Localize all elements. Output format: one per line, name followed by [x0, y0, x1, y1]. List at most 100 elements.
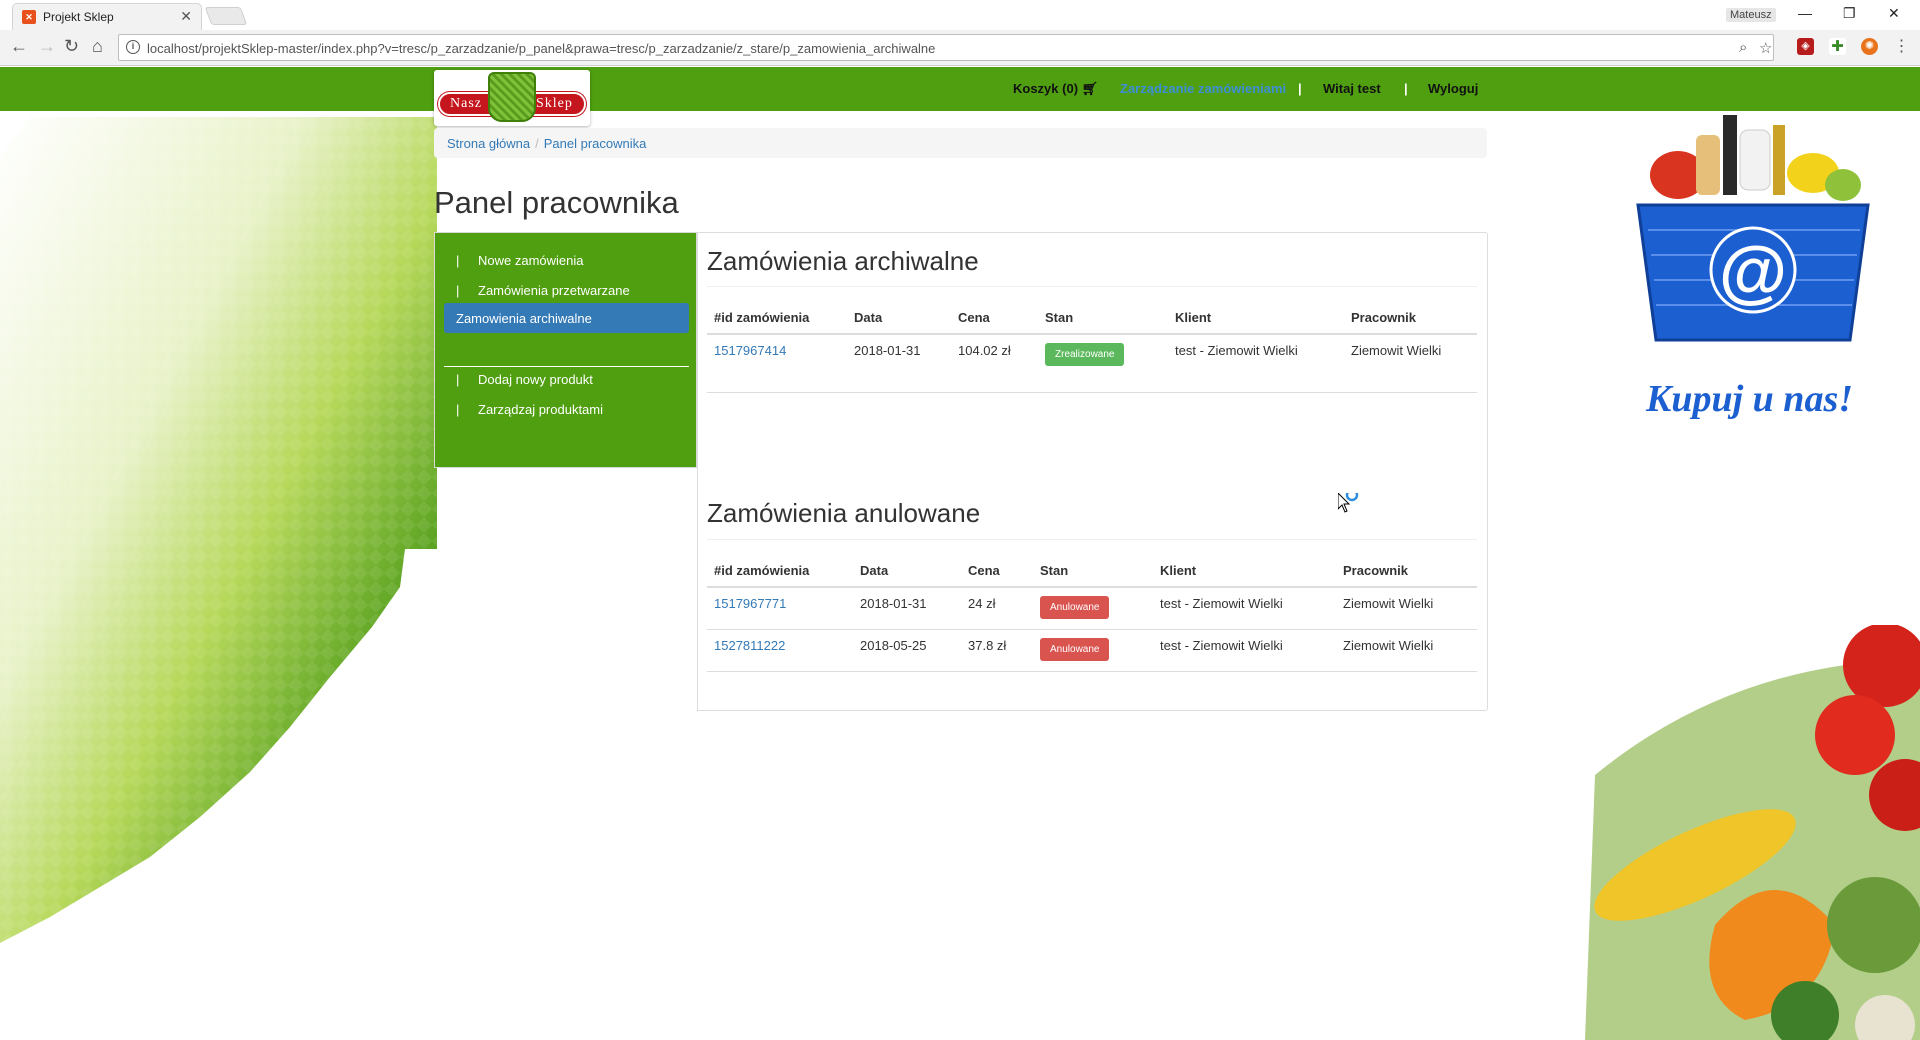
order-date: 2018-01-31 [853, 587, 961, 630]
order-id-cell: 1527811222 [707, 629, 853, 672]
mouse-cursor-icon [1338, 493, 1359, 513]
cart-link[interactable]: Koszyk (0) 🛒︎ [1013, 81, 1098, 97]
order-price: 24 zł [961, 587, 1033, 630]
extension-icon[interactable]: ✚ [1829, 38, 1846, 55]
browser-tab[interactable]: ✕ Projekt Sklep ✕ [12, 3, 202, 30]
slogan-text: Kupuj u nas! [1646, 378, 1854, 420]
hexagon-background-decoration [0, 117, 437, 943]
column-header: #id zamówienia [707, 300, 847, 335]
bookmark-star-icon[interactable]: ☆ [1759, 39, 1772, 57]
browser-tab-strip: ✕ Projekt Sklep ✕ Mateusz — ❐ ✕ [0, 0, 1920, 30]
xampp-icon: ✕ [22, 10, 36, 24]
order-status-cell: Anulowane [1033, 587, 1153, 630]
column-header: Data [853, 553, 961, 588]
manage-orders-link[interactable]: Zarządzanie zamówieniami [1120, 81, 1286, 96]
new-tab-button[interactable] [204, 7, 248, 25]
order-status-cell: Zrealizowane [1038, 334, 1168, 393]
column-header: Stan [1038, 300, 1168, 335]
order-id-cell: 1517967771 [707, 587, 853, 630]
site-logo[interactable]: Nasz Sklep [434, 70, 590, 126]
address-bar[interactable]: i localhost/projektSklep-master/index.ph… [118, 34, 1774, 61]
sidebar-item-label: Nowe zamówienia [478, 253, 584, 268]
sidebar-bar: | [456, 253, 460, 268]
column-header: Cena [961, 553, 1033, 588]
welcome-link[interactable]: Witaj test [1323, 81, 1381, 96]
web-page: Nasz Sklep Koszyk (0) 🛒︎ Zarządzanie zam… [0, 67, 1920, 1040]
browser-toolbar: ← → ↻ ⌂ i localhost/projektSklep-master/… [0, 30, 1920, 66]
forward-icon[interactable]: → [38, 36, 56, 57]
employee-sidebar: | Nowe zamówienia | Zamówienia przetwarzan… [434, 232, 697, 468]
logout-link[interactable]: Wyloguj [1428, 81, 1478, 96]
sidebar-item-processing-orders[interactable]: | Zamówienia przetwarzane [444, 273, 689, 307]
table-row: 1517967771 2018-01-31 24 zł Anulowane te… [707, 587, 1477, 630]
table-row: 1527811222 2018-05-25 37.8 zł Anulowane … [707, 629, 1477, 672]
home-icon[interactable]: ⌂ [92, 36, 103, 57]
order-id-link[interactable]: 1517967414 [714, 343, 786, 358]
sidebar-item-label: Zamowienia archiwalne [456, 311, 592, 326]
archived-orders-title: Zamówienia archiwalne [707, 246, 979, 276]
cart-label: Koszyk (0) [1013, 81, 1079, 96]
breadcrumb-home[interactable]: Strona główna [447, 136, 530, 151]
breadcrumb-panel[interactable]: Panel pracownika [544, 136, 647, 151]
order-client: test - Ziemowit Wielki [1168, 334, 1344, 393]
close-tab-icon[interactable]: ✕ [180, 8, 192, 25]
section-rule [707, 539, 1477, 540]
nav-separator: | [1298, 81, 1302, 96]
order-id-cell: 1517967414 [707, 334, 847, 393]
order-employee: Ziemowit Wielki [1344, 334, 1477, 393]
order-date: 2018-01-31 [847, 334, 951, 393]
order-employee: Ziemowit Wielki [1336, 587, 1477, 630]
at-sign-icon: @ [1719, 232, 1787, 310]
column-header: Stan [1033, 553, 1153, 588]
status-badge: Anulowane [1040, 637, 1110, 661]
logo-basket-icon [488, 72, 536, 122]
extension-icon[interactable]: ✺ [1861, 38, 1878, 55]
restore-icon[interactable]: ❐ [1843, 5, 1856, 22]
sidebar-item-add-product[interactable]: | Dodaj nowy produkt [444, 362, 689, 396]
zoom-icon[interactable]: ⌕ [1739, 39, 1747, 56]
reload-icon[interactable]: ↻ [64, 36, 79, 57]
column-header: Pracownik [1344, 300, 1477, 335]
column-header: Klient [1153, 553, 1336, 588]
ublock-icon[interactable]: ◈ [1797, 38, 1814, 55]
sidebar-bar: | [456, 402, 460, 417]
cancelled-orders-title: Zamówienia anulowane [707, 498, 981, 528]
cart-icon: 🛒︎ [1081, 81, 1099, 96]
logo-text-left: Nasz [450, 96, 482, 111]
archived-orders-table: #id zamówienia Data Cena Stan Klient Pra… [707, 300, 1477, 393]
info-icon[interactable]: i [126, 40, 140, 54]
sidebar-bar: | [456, 372, 460, 387]
order-id-link[interactable]: 1517967771 [714, 596, 786, 611]
sidebar-item-archived-orders[interactable]: Zamowienia archiwalne [444, 303, 689, 333]
column-header: #id zamówienia [707, 553, 853, 588]
profile-name[interactable]: Mateusz [1726, 8, 1776, 22]
order-client: test - Ziemowit Wielki [1153, 587, 1336, 630]
minimize-icon[interactable]: — [1798, 5, 1812, 21]
vegetables-illustration [1585, 625, 1920, 1040]
order-date: 2018-05-25 [853, 629, 961, 672]
sidebar-item-label: Zamówienia przetwarzane [478, 283, 630, 298]
order-price: 104.02 zł [951, 334, 1038, 393]
order-client: test - Ziemowit Wielki [1153, 629, 1336, 672]
page-title: Panel pracownika [434, 185, 679, 220]
order-id-link[interactable]: 1527811222 [714, 638, 785, 653]
sidebar-bar: | [456, 283, 460, 298]
close-window-icon[interactable]: ✕ [1888, 5, 1900, 22]
column-header: Cena [951, 300, 1038, 335]
sidebar-item-label: Zarządzaj produktami [478, 402, 603, 417]
sidebar-item-manage-products[interactable]: | Zarządzaj produktami [444, 392, 689, 426]
order-employee: Ziemowit Wielki [1336, 629, 1477, 672]
column-header: Pracownik [1336, 553, 1477, 588]
sidebar-item-new-orders[interactable]: | Nowe zamówienia [444, 243, 689, 277]
column-header: Klient [1168, 300, 1344, 335]
cancelled-orders-table: #id zamówienia Data Cena Stan Klient Pra… [707, 553, 1477, 672]
breadcrumb: Strona główna / Panel pracownika [434, 128, 1487, 158]
table-header-row: #id zamówienia Data Cena Stan Klient Pra… [707, 553, 1477, 588]
sidebar-item-label: Dodaj nowy produkt [478, 372, 593, 387]
address-url: localhost/projektSklep-master/index.php?… [147, 41, 936, 56]
back-icon[interactable]: ← [10, 36, 28, 57]
orders-panel: Zamówienia archiwalne #id zamówienia Dat… [697, 232, 1488, 711]
menu-icon[interactable]: ⋮ [1893, 38, 1910, 55]
status-badge: Anulowane [1040, 596, 1110, 619]
tab-title: Projekt Sklep [43, 10, 114, 24]
